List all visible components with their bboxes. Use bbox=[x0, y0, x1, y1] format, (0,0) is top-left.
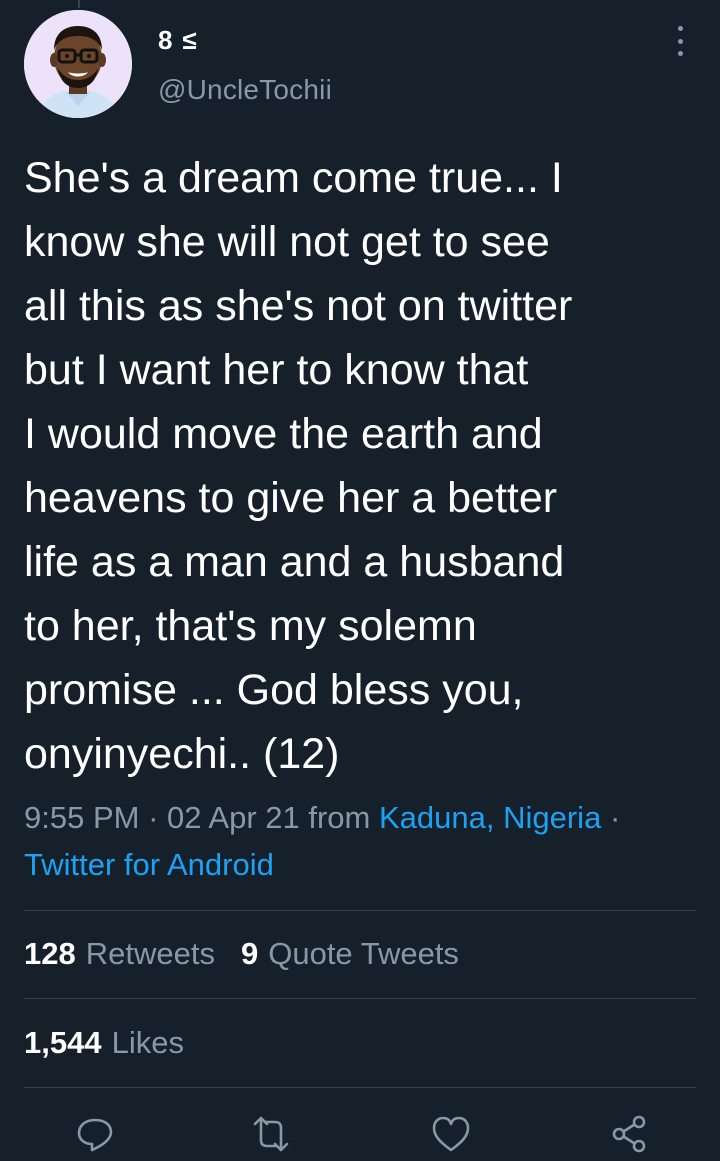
likes-stat[interactable]: 1,544 Likes bbox=[24, 1025, 184, 1061]
like-button[interactable] bbox=[427, 1114, 475, 1158]
user-handle[interactable]: @UncleTochii bbox=[158, 74, 332, 106]
display-name-glyph-1: 8 bbox=[158, 25, 173, 55]
likes-count: 1,544 bbox=[24, 1025, 102, 1060]
source-link[interactable]: Twitter for Android bbox=[24, 847, 274, 882]
reply-button[interactable] bbox=[71, 1114, 119, 1158]
retweet-button[interactable] bbox=[247, 1114, 295, 1158]
avatar[interactable] bbox=[24, 10, 132, 118]
retweet-icon bbox=[253, 1116, 289, 1152]
retweet-stats-row: 128 Retweets 9 Quote Tweets bbox=[24, 936, 485, 972]
divider bbox=[24, 910, 696, 911]
quotes-label: Quote Tweets bbox=[268, 936, 459, 971]
bitmoji-avatar-icon bbox=[24, 10, 132, 118]
reply-icon bbox=[77, 1118, 113, 1152]
share-icon bbox=[612, 1115, 646, 1153]
from-label: from bbox=[308, 800, 371, 835]
meta-separator: · bbox=[148, 800, 159, 835]
display-name-glyph-2: ≤ bbox=[182, 25, 197, 55]
quotes-count: 9 bbox=[240, 936, 259, 971]
share-button[interactable] bbox=[606, 1114, 654, 1158]
tweet-meta: 9:55 PM · 02 Apr 21 from Kaduna, Nigeria… bbox=[24, 794, 704, 888]
like-icon bbox=[432, 1116, 470, 1152]
retweets-label: Retweets bbox=[85, 936, 215, 971]
divider bbox=[24, 1087, 696, 1088]
retweets-count: 128 bbox=[24, 936, 76, 971]
thread-connector-line bbox=[78, 0, 80, 8]
action-bar bbox=[0, 1110, 720, 1161]
likes-stats-row: 1,544 Likes bbox=[24, 1025, 210, 1061]
tweet-text: She's a dream come true... I know she wi… bbox=[24, 154, 573, 778]
meta-separator: · bbox=[609, 800, 621, 835]
display-name[interactable]: 8 ≤ bbox=[158, 24, 197, 56]
retweets-stat[interactable]: 128 Retweets bbox=[24, 936, 215, 972]
more-options-icon[interactable] bbox=[670, 26, 690, 56]
divider bbox=[24, 998, 696, 999]
location-link[interactable]: Kaduna, Nigeria bbox=[379, 800, 601, 835]
tweet-date: 02 Apr 21 bbox=[167, 800, 300, 835]
likes-label: Likes bbox=[111, 1025, 184, 1060]
quote-tweets-stat[interactable]: 9 Quote Tweets bbox=[241, 936, 459, 972]
tweet-time: 9:55 PM bbox=[24, 800, 140, 835]
